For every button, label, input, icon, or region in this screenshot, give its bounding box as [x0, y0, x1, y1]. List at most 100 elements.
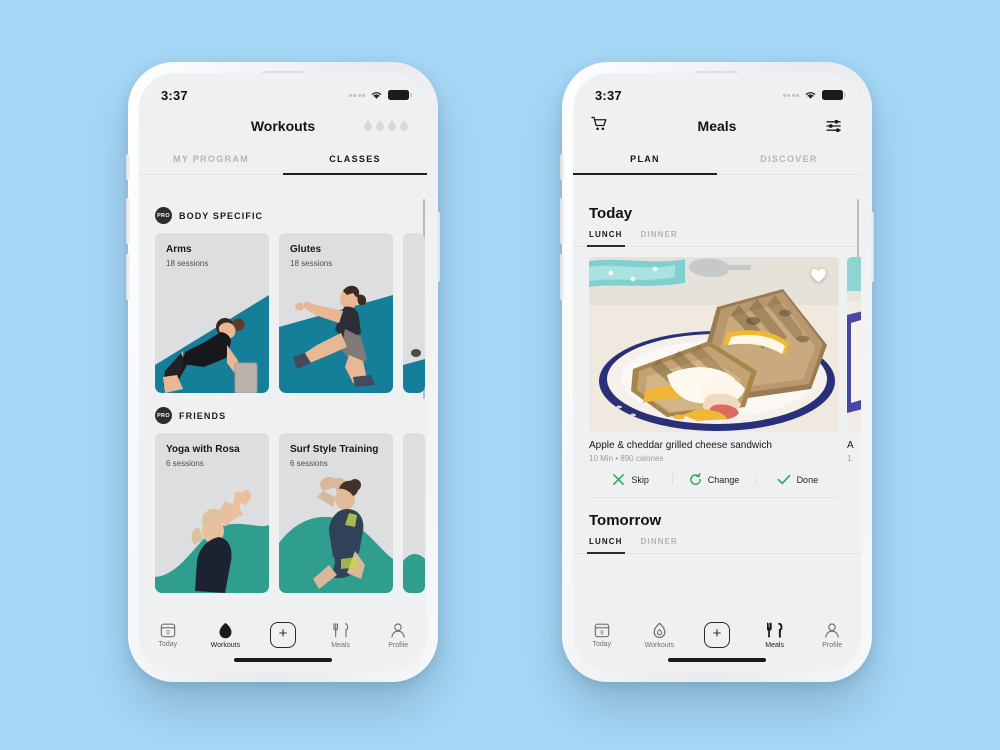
action-label: Skip — [631, 474, 649, 485]
class-card-sessions: 6 sessions — [166, 459, 204, 468]
tab-profile[interactable]: Profile — [372, 622, 424, 649]
class-card-name: Yoga with Rosa — [166, 444, 240, 455]
volume-down-button[interactable] — [560, 254, 564, 300]
athlete-figure — [191, 490, 252, 593]
meal-photo[interactable] — [589, 257, 839, 432]
person-icon — [391, 623, 405, 638]
meal-card[interactable]: Apple & cheddar grilled cheese sandwich … — [589, 257, 839, 498]
calendar-icon: 8 — [594, 623, 610, 638]
class-card-arms[interactable]: Arms 18 sessions — [155, 233, 269, 393]
section-title: FRIENDS — [179, 410, 227, 421]
status-time: 3:37 — [161, 87, 188, 103]
meal-card-next-partial[interactable]: A 1 — [847, 257, 861, 498]
volume-up-button[interactable] — [126, 198, 130, 244]
app-header: Meals — [573, 107, 861, 145]
volume-down-button[interactable] — [126, 254, 130, 300]
phone-device-right: 3:37 Meals PLAN DISCOVER Today LUNCH DIN… — [560, 62, 874, 682]
class-card-surf-style-training[interactable]: Surf Style Training 6 sessions — [279, 433, 393, 593]
class-card-glutes[interactable]: Glutes 18 sessions — [279, 233, 393, 393]
action-label: Done — [796, 474, 819, 485]
class-card-sessions: 18 sessions — [290, 259, 333, 268]
tab-meals[interactable]: Meals — [749, 622, 801, 649]
tab-meals[interactable]: Meals — [315, 622, 367, 649]
tab-plan[interactable]: PLAN — [573, 145, 717, 175]
class-card-next-partial[interactable] — [403, 433, 425, 593]
power-button[interactable] — [870, 212, 874, 282]
next-meal-photo — [847, 257, 861, 432]
tab-today[interactable]: 8 Today — [142, 622, 194, 648]
meal-meta: 1 — [847, 454, 852, 463]
signal-dots-icon — [782, 93, 799, 97]
meal-tab-dinner[interactable]: DINNER — [641, 537, 678, 553]
status-time: 3:37 — [595, 87, 622, 103]
favorite-button[interactable] — [810, 267, 827, 288]
mute-switch[interactable] — [560, 154, 564, 180]
streak-flames[interactable] — [363, 120, 409, 133]
meal-tab-dinner[interactable]: DINNER — [641, 230, 678, 246]
app-header: Workouts — [139, 107, 427, 145]
tab-add[interactable]: + — [257, 622, 309, 648]
refresh-icon — [689, 473, 701, 485]
athlete-figure — [163, 318, 258, 393]
day-title-tomorrow: Tomorrow — [589, 512, 662, 529]
tab-profile[interactable]: Profile — [806, 622, 858, 649]
svg-text:8: 8 — [600, 629, 604, 636]
sliders-filter-icon — [826, 119, 841, 133]
shopping-cart-button[interactable] — [591, 116, 608, 136]
check-icon — [777, 474, 790, 485]
meal-photo[interactable] — [847, 257, 861, 432]
tab-label: Today — [158, 641, 178, 648]
cutlery-icon — [766, 622, 782, 638]
tab-my-program[interactable]: MY PROGRAM — [139, 145, 283, 174]
wifi-icon — [371, 92, 382, 99]
heart-icon — [811, 268, 826, 283]
flame-outline-icon — [388, 120, 396, 132]
section-body-specific: PRO BODY SPECIFIC Arms 18 sessions Glute… — [139, 193, 427, 393]
class-card-name: Surf Style Training — [290, 444, 379, 455]
change-button[interactable]: Change — [672, 473, 755, 486]
tab-discover[interactable]: DISCOVER — [717, 145, 861, 174]
done-button[interactable]: Done — [755, 473, 839, 486]
battery-icon — [388, 90, 412, 100]
home-indicator[interactable] — [668, 658, 766, 662]
power-button[interactable] — [436, 212, 440, 282]
class-card-yoga-with-rosa[interactable]: Yoga with Rosa 6 sessions — [155, 433, 269, 593]
today-meal-tabs: LUNCH DINNER — [573, 222, 861, 247]
class-card-name: Glutes — [290, 244, 322, 255]
tab-workouts[interactable]: Workouts — [633, 622, 685, 649]
tab-label: Today — [592, 641, 612, 648]
phone-device-left: 3:37 Workouts MY PROGRAM CLASSES PRO BOD… — [126, 62, 440, 682]
mute-switch[interactable] — [126, 154, 130, 180]
filter-button[interactable] — [826, 119, 843, 133]
shopping-cart-icon — [591, 116, 607, 131]
meal-tab-lunch[interactable]: LUNCH — [587, 230, 624, 247]
battery-icon — [822, 90, 846, 100]
card-background-shape — [403, 233, 425, 393]
tab-workouts[interactable]: Workouts — [199, 622, 251, 649]
pro-badge: PRO — [155, 407, 172, 424]
home-indicator[interactable] — [234, 658, 332, 662]
meals-scroll-area[interactable]: Today LUNCH DINNER Apple & cheddar grill… — [573, 193, 861, 615]
meal-tab-lunch[interactable]: LUNCH — [587, 537, 624, 554]
meal-name: A — [847, 440, 854, 451]
section-header: PRO FRIENDS — [155, 407, 411, 424]
cutlery-icon — [332, 623, 348, 638]
plus-icon[interactable]: + — [703, 622, 730, 648]
workouts-scroll-area[interactable]: PRO BODY SPECIFIC Arms 18 sessions Glute… — [139, 193, 427, 615]
tab-today[interactable]: 8 Today — [576, 622, 628, 648]
tab-add[interactable]: + — [691, 622, 743, 648]
class-card-next-partial[interactable] — [403, 233, 425, 393]
plus-icon[interactable]: + — [269, 622, 296, 648]
meal-carousel: Apple & cheddar grilled cheese sandwich … — [573, 247, 861, 498]
svg-text:8: 8 — [166, 629, 170, 636]
person-icon — [825, 623, 839, 638]
volume-up-button[interactable] — [560, 198, 564, 244]
flame-outline-icon — [400, 120, 408, 132]
signal-dots-icon — [348, 93, 365, 97]
screen-meals: 3:37 Meals PLAN DISCOVER Today LUNCH DIN… — [573, 73, 861, 671]
tab-classes[interactable]: CLASSES — [283, 145, 427, 175]
skip-button[interactable]: Skip — [589, 473, 672, 486]
class-card-sessions: 6 sessions — [290, 459, 328, 468]
bottom-tab-bar: 8 Today Workouts + Meals Profile — [139, 615, 427, 671]
sandwich-photo — [589, 257, 839, 432]
